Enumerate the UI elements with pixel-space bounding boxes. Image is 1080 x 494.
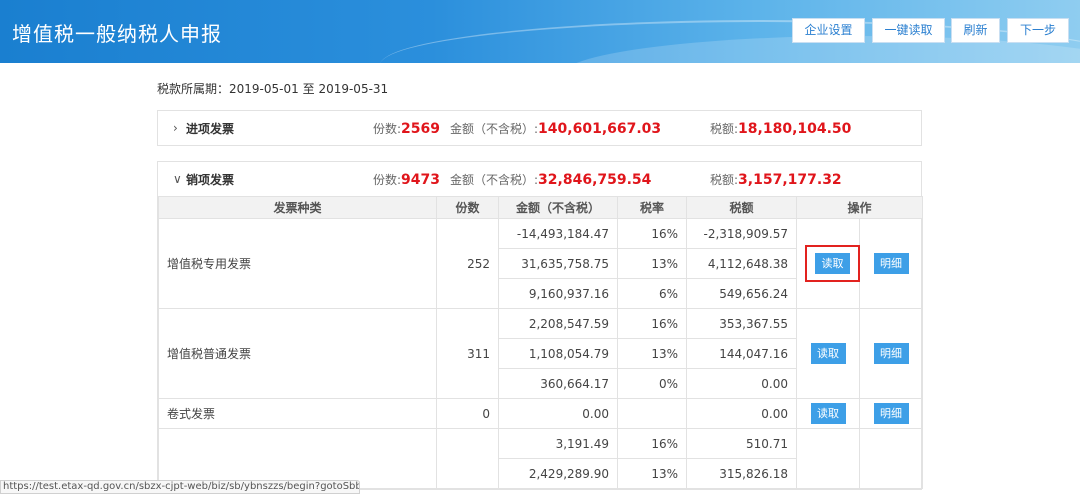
company-settings-button[interactable]: 企业设置 bbox=[792, 18, 865, 43]
amount-cell: 2,208,547.59 bbox=[498, 308, 618, 339]
read-button[interactable]: 读取 bbox=[810, 403, 846, 424]
input-invoices-header[interactable]: › 进项发票 份数:2569 金额（不含税）:140,601,667.03 税额… bbox=[158, 111, 921, 145]
table-header-row: 发票种类 份数 金额（不含税） 税率 税额 操作 bbox=[158, 196, 924, 219]
detail-action-cell bbox=[858, 428, 924, 489]
input-tax-value: 18,180,104.50 bbox=[738, 120, 852, 137]
detail-button[interactable]: 明细 bbox=[873, 403, 909, 424]
input-amount-value: 140,601,667.03 bbox=[538, 120, 662, 137]
tax-period-end: 2019-05-31 bbox=[318, 82, 389, 96]
table-row: 3,191.49 16% 510.71 bbox=[158, 428, 924, 489]
next-step-button[interactable]: 下一步 bbox=[1007, 18, 1069, 43]
chevron-down-icon[interactable]: ∨ bbox=[173, 172, 182, 186]
tax-period: 税款所属期：2019-05-01 至 2019-05-31 bbox=[157, 80, 388, 97]
read-button[interactable]: 读取 bbox=[810, 343, 846, 364]
column-header-kind: 发票种类 bbox=[158, 196, 437, 219]
amount-cell: 0.00 bbox=[498, 398, 618, 429]
output-tax: 税额:3,157,177.32 bbox=[710, 171, 842, 188]
tax-cell: 144,047.16 bbox=[686, 338, 797, 369]
invoice-count: 252 bbox=[436, 218, 499, 309]
invoice-kind: 卷式发票 bbox=[158, 398, 437, 429]
column-header-rate: 税率 bbox=[617, 196, 687, 219]
one-click-read-button[interactable]: 一键读取 bbox=[872, 18, 945, 43]
detail-button[interactable]: 明细 bbox=[873, 343, 909, 364]
amount-cell: 2,429,289.90 bbox=[498, 458, 618, 489]
input-invoices-title: 进项发票 bbox=[186, 121, 235, 136]
read-action-cell: 读取 bbox=[796, 218, 860, 309]
highlight-box: 读取 bbox=[805, 245, 860, 282]
output-count-value: 9473 bbox=[401, 171, 441, 188]
amount-cell: 360,664.17 bbox=[498, 368, 618, 399]
input-count-label: 份数: bbox=[373, 121, 402, 136]
amount-cell: 9,160,937.16 bbox=[498, 278, 618, 309]
chevron-right-icon[interactable]: › bbox=[173, 121, 178, 135]
detail-action-cell: 明细 bbox=[858, 218, 924, 309]
tax-period-start: 2019-05-01 bbox=[229, 82, 299, 96]
detail-action-cell: 明细 bbox=[858, 308, 924, 399]
rate-cell: 0% bbox=[617, 368, 687, 399]
read-action-cell: 读取 bbox=[796, 308, 860, 399]
app-header: 增值税一般纳税人申报 企业设置 一键读取 刷新 下一步 bbox=[0, 0, 1080, 63]
input-invoices-panel: › 进项发票 份数:2569 金额（不含税）:140,601,667.03 税额… bbox=[157, 110, 922, 146]
tax-cell: 549,656.24 bbox=[686, 278, 797, 309]
browser-status-url: https://test.etax-qd.gov.cn/sbzx-cjpt-we… bbox=[0, 480, 360, 494]
rate-cell: 13% bbox=[617, 248, 687, 279]
tax-cell: -2,318,909.57 bbox=[686, 218, 797, 249]
tax-cell: 315,826.18 bbox=[686, 458, 797, 489]
tax-cell: 0.00 bbox=[686, 368, 797, 399]
tax-period-sep: 至 bbox=[302, 82, 315, 96]
rate-cell: 13% bbox=[617, 338, 687, 369]
output-tax-label: 税额: bbox=[710, 172, 739, 187]
tax-cell: 0.00 bbox=[686, 398, 797, 429]
output-count: 份数:9473 bbox=[373, 171, 440, 188]
input-amount: 金额（不含税）:140,601,667.03 bbox=[450, 120, 661, 137]
detail-action-cell: 明细 bbox=[858, 398, 924, 429]
detail-button[interactable]: 明细 bbox=[873, 253, 909, 274]
output-invoices-header[interactable]: ∨ 销项发票 份数:9473 金额（不含税）:32,846,759.54 税额:… bbox=[158, 162, 921, 196]
amount-cell: 1,108,054.79 bbox=[498, 338, 618, 369]
invoice-kind: 增值税普通发票 bbox=[158, 308, 437, 399]
tax-cell: 4,112,648.38 bbox=[686, 248, 797, 279]
amount-cell: 3,191.49 bbox=[498, 428, 618, 459]
output-amount-label: 金额（不含税）: bbox=[450, 172, 539, 187]
tax-cell: 353,367.55 bbox=[686, 308, 797, 339]
output-invoices-panel: ∨ 销项发票 份数:9473 金额（不含税）:32,846,759.54 税额:… bbox=[157, 161, 924, 490]
column-header-tax: 税额 bbox=[686, 196, 797, 219]
amount-cell: 31,635,758.75 bbox=[498, 248, 618, 279]
read-action-cell bbox=[796, 428, 860, 489]
refresh-button[interactable]: 刷新 bbox=[951, 18, 1000, 43]
rate-cell: 16% bbox=[617, 428, 687, 459]
input-count-value: 2569 bbox=[401, 120, 441, 137]
rate-cell bbox=[617, 398, 687, 429]
rate-cell: 6% bbox=[617, 278, 687, 309]
output-amount-value: 32,846,759.54 bbox=[538, 171, 652, 188]
output-tax-value: 3,157,177.32 bbox=[738, 171, 842, 188]
rate-cell: 16% bbox=[617, 218, 687, 249]
tax-period-label: 税款所属期： bbox=[157, 82, 230, 96]
amount-cell: -14,493,184.47 bbox=[498, 218, 618, 249]
rate-cell: 16% bbox=[617, 308, 687, 339]
invoice-count bbox=[436, 428, 499, 489]
table-row: 增值税专用发票 252 -14,493,184.47 16% -2,318,90… bbox=[158, 218, 924, 309]
invoice-count: 0 bbox=[436, 398, 499, 429]
input-count: 份数:2569 bbox=[373, 120, 440, 137]
input-tax: 税额:18,180,104.50 bbox=[710, 120, 851, 137]
read-action-cell: 读取 bbox=[796, 398, 860, 429]
column-header-actions: 操作 bbox=[795, 196, 924, 219]
column-header-count: 份数 bbox=[436, 196, 499, 219]
input-tax-label: 税额: bbox=[710, 121, 739, 136]
input-amount-label: 金额（不含税）: bbox=[450, 121, 539, 136]
column-header-amount: 金额（不含税） bbox=[498, 196, 618, 219]
output-count-label: 份数: bbox=[373, 172, 402, 187]
page-title: 增值税一般纳税人申报 bbox=[12, 22, 222, 46]
rate-cell: 13% bbox=[617, 458, 687, 489]
invoice-count: 311 bbox=[436, 308, 499, 399]
output-invoices-title: 销项发票 bbox=[186, 172, 235, 187]
tax-cell: 510.71 bbox=[686, 428, 797, 459]
table-row: 卷式发票 0 0.00 0.00 读取 明细 bbox=[158, 398, 924, 429]
invoice-kind: 增值税专用发票 bbox=[158, 218, 437, 309]
output-invoices-table: 发票种类 份数 金额（不含税） 税率 税额 操作 增值税专用发票 252 -14… bbox=[158, 196, 924, 489]
output-amount: 金额（不含税）:32,846,759.54 bbox=[450, 171, 651, 188]
table-row: 增值税普通发票 311 2,208,547.59 16% 353,367.55 … bbox=[158, 308, 924, 399]
read-button[interactable]: 读取 bbox=[815, 253, 850, 274]
